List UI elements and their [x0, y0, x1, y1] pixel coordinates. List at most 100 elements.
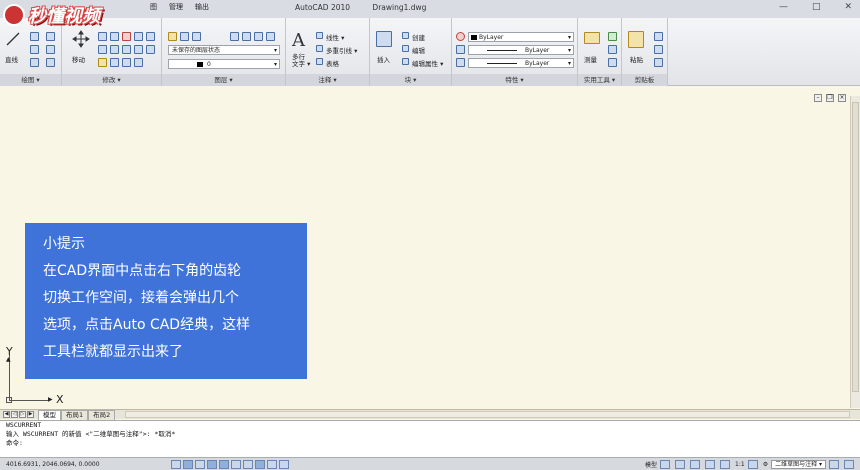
annotation-visibility-icon[interactable] [747, 459, 758, 469]
viewport-minimize-icon[interactable]: – [814, 94, 822, 102]
command-window[interactable]: WSCURRENT 输入 WSCURRENT 的新值 <"二维草图与注释">: … [0, 420, 860, 457]
showmotion-icon[interactable] [720, 459, 731, 469]
dyn-toggle-icon[interactable] [255, 459, 265, 469]
layer-freeze-icon[interactable] [180, 32, 189, 41]
layer-isolate-icon[interactable] [254, 32, 263, 41]
coordinates-readout[interactable]: 4016.6931, 2046.0694, 0.0000 [6, 461, 171, 468]
panel-block-label[interactable]: 块 ▾ [370, 74, 451, 86]
next-tab-icon[interactable]: ▷ [19, 411, 26, 418]
stretch-icon[interactable] [122, 45, 131, 54]
insert-block-label[interactable]: 插入 [377, 54, 390, 64]
prev-tab-icon[interactable]: ◁ [11, 411, 18, 418]
copy-clip-icon[interactable] [654, 45, 663, 54]
mtext-icon[interactable]: A [292, 30, 305, 51]
panel-draw-label[interactable]: 绘图 ▾ [0, 74, 61, 86]
annotation-scale[interactable]: 1:1 [735, 461, 745, 468]
cut-icon[interactable] [654, 32, 663, 41]
lineweight-icon[interactable] [456, 58, 465, 67]
paste-label[interactable]: 粘贴 [630, 54, 643, 64]
layer-previous-icon[interactable] [242, 32, 251, 41]
panel-modify-label[interactable]: 修改 ▾ [62, 74, 161, 86]
match-properties-icon[interactable] [456, 32, 465, 41]
layout-view-icon[interactable] [660, 459, 671, 469]
rotate-icon[interactable] [98, 32, 107, 41]
polar-toggle-icon[interactable] [207, 459, 217, 469]
hatch-icon[interactable] [46, 45, 55, 54]
match-icon[interactable] [654, 58, 663, 67]
qp-toggle-icon[interactable] [279, 459, 289, 469]
tab-layout1[interactable]: 布局1 [61, 409, 89, 420]
lock-icon[interactable] [829, 459, 839, 469]
mirror-icon[interactable] [146, 32, 155, 41]
panel-utilities-label[interactable]: 实用工具 ▾ [578, 74, 621, 86]
layer-match-icon[interactable] [230, 32, 239, 41]
menu-item-manage[interactable]: 管理 [169, 2, 183, 12]
tab-model[interactable]: 模型 [38, 409, 61, 420]
polyline-icon[interactable] [30, 32, 39, 41]
scroll-thumb[interactable] [852, 102, 859, 392]
ducs-toggle-icon[interactable] [243, 459, 253, 469]
scale-icon[interactable] [134, 45, 143, 54]
region-icon[interactable] [46, 58, 55, 67]
close-button[interactable]: ✕ [844, 2, 852, 12]
move-tool-label[interactable]: 移动 [72, 54, 85, 64]
copy-icon[interactable] [134, 32, 143, 41]
layer-select[interactable]: 0 [168, 59, 280, 69]
insert-block-icon[interactable] [376, 31, 392, 47]
panel-layers-label[interactable]: 图层 ▾ [162, 74, 285, 86]
circle-icon[interactable] [30, 45, 39, 54]
table-icon[interactable] [316, 58, 323, 65]
viewport-close-icon[interactable]: × [838, 94, 846, 102]
paste-icon[interactable] [628, 31, 644, 48]
multileader-label[interactable]: 多重引线 ▾ [326, 45, 357, 55]
otrack-toggle-icon[interactable] [231, 459, 241, 469]
layer-lock-icon[interactable] [192, 32, 201, 41]
lineweight-toggle-icon[interactable] [267, 459, 277, 469]
table-label[interactable]: 表格 [326, 58, 339, 68]
tab-layout2[interactable]: 布局2 [88, 409, 116, 420]
edit-block-label[interactable]: 编辑 [412, 45, 425, 55]
erase-icon[interactable] [122, 32, 131, 41]
quickcalc-icon[interactable] [608, 45, 617, 54]
layer-properties-icon[interactable] [168, 32, 177, 41]
command-prompt[interactable]: 命令: [6, 439, 860, 448]
linear-dim-icon[interactable] [316, 32, 323, 39]
zoom-icon[interactable] [690, 459, 701, 469]
break-icon[interactable] [122, 58, 131, 67]
pan-icon[interactable] [675, 459, 686, 469]
linear-dim-label[interactable]: 线性 ▾ [326, 32, 344, 42]
move-tool-icon[interactable] [72, 30, 90, 48]
trim-icon[interactable] [110, 32, 119, 41]
minimize-button[interactable]: — [779, 2, 788, 12]
join-icon[interactable] [110, 58, 119, 67]
edit-attributes-icon[interactable] [402, 58, 409, 65]
first-tab-icon[interactable]: ◀ [3, 411, 10, 418]
lineweight-select[interactable]: ByLayer [468, 58, 574, 68]
linetype-icon[interactable] [456, 45, 465, 54]
ortho-toggle-icon[interactable] [195, 459, 205, 469]
vertical-scrollbar[interactable] [850, 96, 860, 408]
line-tool-icon[interactable] [6, 32, 20, 46]
chamfer-icon[interactable] [134, 58, 143, 67]
line-tool-label[interactable]: 直线 [5, 54, 18, 64]
layer-off-icon[interactable] [266, 32, 275, 41]
panel-clipboard-label[interactable]: 剪贴板 [622, 74, 667, 86]
panel-annotation-label[interactable]: 注释 ▾ [286, 74, 369, 86]
rectangle-icon[interactable] [46, 32, 55, 41]
measure-icon[interactable] [584, 32, 600, 44]
last-tab-icon[interactable]: ▶ [27, 411, 34, 418]
menu-item-output[interactable]: 输出 [195, 2, 209, 12]
workspace-gear-icon[interactable]: ⚙ [763, 461, 768, 468]
create-block-label[interactable]: 创建 [412, 32, 425, 42]
viewport-restore-icon[interactable]: ❐ [826, 94, 834, 102]
arc-icon[interactable] [30, 58, 39, 67]
edit-attributes-label[interactable]: 编辑属性 ▾ [412, 58, 443, 68]
explode-icon[interactable] [110, 45, 119, 54]
maximize-button[interactable]: □ [812, 2, 821, 12]
grid-toggle-icon[interactable] [183, 459, 193, 469]
array-icon[interactable] [146, 45, 155, 54]
steeringwheel-icon[interactable] [705, 459, 716, 469]
measure-label[interactable]: 测量 [584, 54, 597, 64]
fillet-icon[interactable] [98, 45, 107, 54]
offset-icon[interactable] [98, 58, 107, 67]
